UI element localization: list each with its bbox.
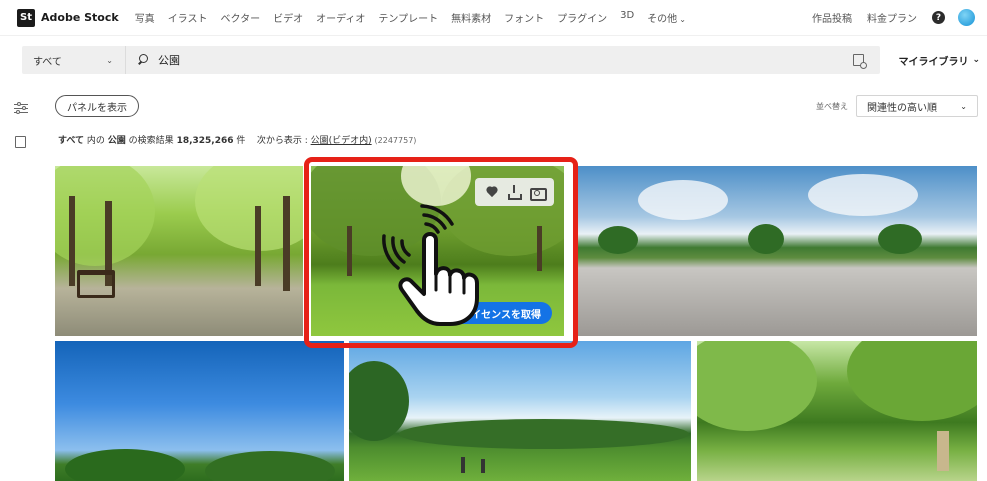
collections-icon[interactable]	[15, 136, 26, 148]
search-input[interactable]	[158, 53, 838, 67]
asset-type-nav: 写真 イラスト ベクター ビデオ オーディオ テンプレート 無料素材 フォント …	[135, 10, 699, 25]
top-navigation: St Adobe Stock 写真 イラスト ベクター ビデオ オーディオ テン…	[0, 0, 987, 36]
chevron-down-icon: ⌄	[679, 15, 686, 24]
nav-videos[interactable]: ビデオ	[273, 10, 303, 25]
result-image-tree-lined-path[interactable]	[697, 341, 977, 481]
search-scope-select[interactable]: すべて ⌄	[22, 46, 126, 74]
results-unit: 件	[236, 136, 246, 146]
nav-contribute[interactable]: 作品投稿	[812, 10, 852, 25]
results-suffix: の検索結果	[128, 136, 174, 146]
results-scope: すべて	[58, 136, 85, 146]
adobe-stock-logo[interactable]: St Adobe Stock	[17, 8, 119, 27]
nav-more-label: その他	[647, 14, 678, 25]
sort-value: 関連性の高い順	[867, 102, 937, 114]
find-similar-camera-icon[interactable]	[529, 185, 547, 201]
nav-plugins[interactable]: プラグイン	[557, 10, 607, 25]
search-bar: すべて ⌄ マイライブラリ ⌄	[22, 46, 980, 74]
help-icon[interactable]: ?	[932, 11, 945, 24]
show-panel-button[interactable]: パネルを表示	[55, 95, 139, 117]
my-library-button[interactable]: マイライブラリ ⌄	[898, 53, 980, 68]
result-image-plaza-trees-sky[interactable]	[578, 166, 977, 336]
chevron-down-icon: ⌄	[972, 55, 980, 65]
nav-3d[interactable]: 3D	[620, 10, 634, 25]
alt-results-label: 次から表示 :	[256, 136, 308, 146]
chevron-down-icon: ⌄	[960, 101, 967, 111]
nav-free[interactable]: 無料素材	[451, 10, 491, 25]
nav-pricing[interactable]: 料金プラン	[867, 10, 917, 25]
nav-fonts[interactable]: フォント	[504, 10, 544, 25]
filter-sliders-icon[interactable]	[14, 102, 28, 114]
image-hover-actions	[475, 178, 554, 206]
brand-name: Adobe Stock	[41, 11, 119, 24]
results-summary: すべて 内の 公園 の検索結果 18,325,266 件 次から表示 : 公園(…	[58, 133, 416, 146]
sort-label: 並べ替え	[816, 101, 848, 111]
sort-control: 並べ替え 関連性の高い順 ⌄	[816, 95, 978, 117]
search-box: すべて ⌄	[22, 46, 880, 74]
video-results-count: (2247757)	[374, 136, 417, 145]
download-icon[interactable]	[507, 185, 523, 200]
my-library-label: マイライブラリ	[898, 56, 969, 68]
video-results-link[interactable]: 公園(ビデオ内)	[311, 136, 372, 146]
nav-photos[interactable]: 写真	[135, 10, 155, 25]
nav-audio[interactable]: オーディオ	[316, 10, 365, 25]
park-bench	[77, 270, 115, 298]
results-query: 公園	[107, 136, 126, 146]
hand-cursor-icon	[382, 204, 479, 326]
sort-select[interactable]: 関連性の高い順 ⌄	[856, 95, 978, 117]
result-image-park-field-family[interactable]	[349, 341, 691, 481]
results-count: 18,325,266	[176, 136, 234, 146]
account-nav: 作品投稿 料金プラン ?	[812, 9, 975, 26]
result-image-blue-sky-trees[interactable]	[55, 341, 344, 481]
nav-templates[interactable]: テンプレート	[378, 10, 438, 25]
search-scope-value: すべて	[33, 56, 62, 68]
result-image-park-path-bench[interactable]	[55, 166, 303, 336]
avatar[interactable]	[958, 9, 975, 26]
results-in-text: 内の	[86, 136, 105, 146]
nav-more[interactable]: その他 ⌄	[647, 10, 686, 25]
heart-icon[interactable]	[485, 185, 499, 199]
stock-logo-icon: St	[17, 8, 35, 27]
nav-illustrations[interactable]: イラスト	[168, 10, 208, 25]
visual-search-icon[interactable]	[853, 54, 867, 69]
search-icon	[138, 54, 150, 66]
nav-vectors[interactable]: ベクター	[221, 10, 261, 25]
chevron-down-icon: ⌄	[106, 55, 113, 65]
